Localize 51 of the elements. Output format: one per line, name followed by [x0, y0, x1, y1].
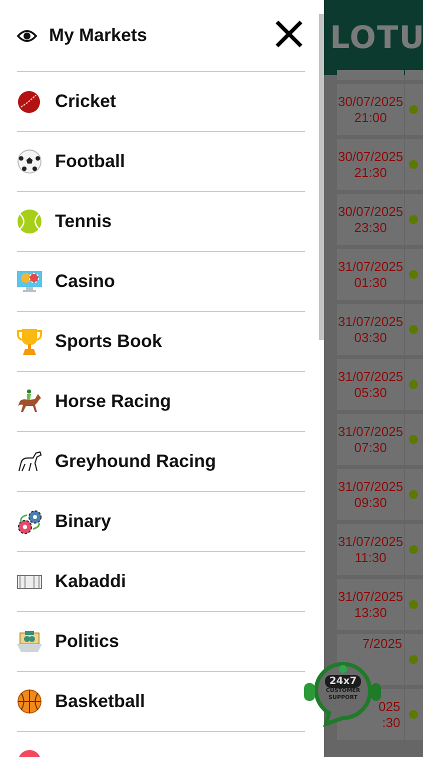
site-logo: LOTU [330, 20, 423, 56]
eye-icon [17, 28, 37, 42]
event-time-cell: 31/07/2025 05:30 [337, 359, 404, 410]
menu-item[interactable]: Politics [17, 612, 305, 672]
horse-rider-icon [17, 389, 42, 414]
menu-item[interactable]: Sports Book [17, 312, 305, 372]
event-time-cell: 30/07/2025 23:30 [337, 194, 404, 245]
status-dot [409, 270, 418, 279]
status-dot [409, 105, 418, 114]
menu-item[interactable]: Basketball [17, 672, 305, 732]
menu-item[interactable]: My Markets [17, 0, 305, 72]
monitor-icon [17, 270, 42, 294]
badge-label: 24x7 [325, 675, 361, 688]
cricket-ball-icon [17, 90, 41, 114]
status-dot [409, 325, 418, 334]
status-dot [409, 435, 418, 444]
event-time-cell: 31/07/2025 01:30 [337, 249, 404, 300]
status-dot [409, 600, 418, 609]
menu-item[interactable]: Tennis [17, 192, 305, 252]
scrollbar[interactable] [319, 14, 324, 340]
event-time-cell: 31/07/2025 09:30 [337, 469, 404, 520]
status-dot [409, 160, 418, 169]
menu-item[interactable]: Cricket [17, 72, 305, 132]
close-button[interactable] [273, 18, 305, 50]
status-dot [409, 380, 418, 389]
status-dot [409, 545, 418, 554]
event-time-cell: 31/07/2025 11:30 [337, 524, 404, 575]
event-time-cell: 31/07/2025 07:30 [337, 414, 404, 465]
table-cell [337, 70, 404, 80]
status-dot [409, 655, 418, 664]
event-time-cell: 31/07/2025 03:30 [337, 304, 404, 355]
ballot-box-icon [17, 630, 42, 654]
court-icon [17, 574, 42, 588]
event-time-cell: 30/07/2025 21:30 [337, 139, 404, 190]
status-dot [409, 215, 418, 224]
greyhound-icon [17, 449, 42, 474]
basketball-icon [17, 689, 42, 714]
menu-item[interactable]: Binary [17, 492, 305, 552]
menu-item[interactable]: Horse Racing [17, 372, 305, 432]
menu-item[interactable]: Kabaddi [17, 552, 305, 612]
tennis-ball-icon [17, 209, 42, 234]
status-dot [409, 490, 418, 499]
menu-item[interactable]: Football [17, 132, 305, 192]
event-time-cell: 31/07/2025 13:30 [337, 579, 404, 630]
trophy-icon [17, 328, 42, 355]
status-dot [409, 710, 418, 719]
soccer-ball-icon [17, 149, 42, 174]
menu-item[interactable]: Greyhound Racing [17, 432, 305, 492]
menu-item[interactable]: Casino [17, 252, 305, 312]
event-time-cell: 30/07/2025 21:00 [337, 84, 404, 135]
gears-icon [17, 508, 43, 534]
